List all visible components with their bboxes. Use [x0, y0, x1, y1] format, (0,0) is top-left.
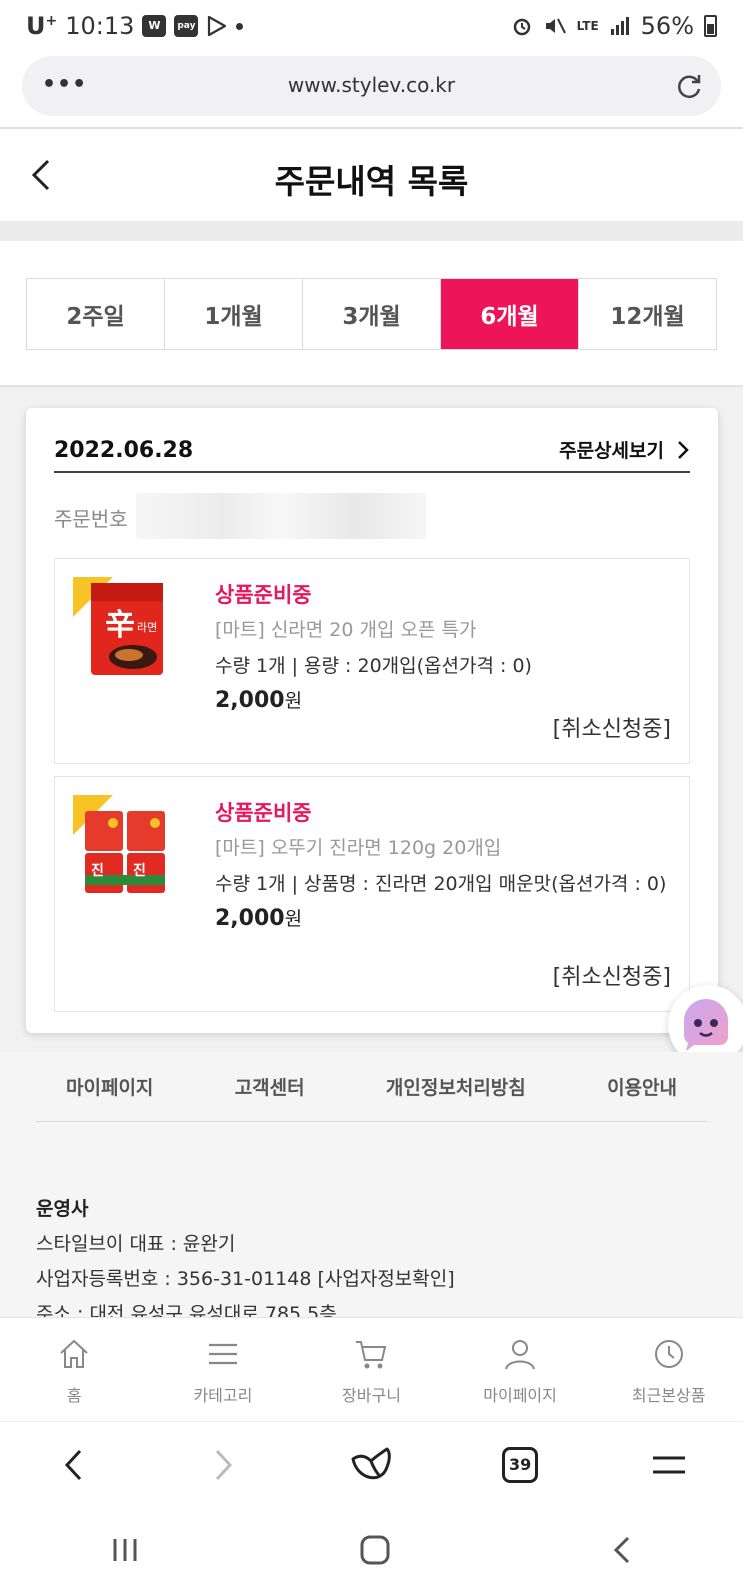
page-header: 주문내역 목록 — [0, 129, 743, 221]
user-icon[interactable] — [502, 1336, 538, 1372]
bottom-nav: 홈 카테고리 장바구니 마이페이지 최근본상품 — [0, 1317, 743, 1421]
period-filter: 2주일 1개월 3개월 6개월 12개월 — [0, 241, 743, 387]
browser-home-button[interactable] — [347, 1441, 395, 1489]
alarm-icon — [513, 18, 530, 36]
svg-text:진: 진 — [91, 862, 104, 879]
clock-icon[interactable] — [651, 1336, 687, 1372]
browser-menu-button[interactable] — [645, 1441, 693, 1489]
status-bar: U+ 10:13 W pay LTE 56% — [0, 0, 743, 52]
recent-apps-icon[interactable] — [109, 1536, 141, 1564]
order-item[interactable]: 辛 라면 상품준비중 [마트] 신라면 20 개입 오픈 특가 수량 1개 | … — [54, 558, 690, 764]
whale-icon[interactable] — [349, 1445, 393, 1485]
nav-category[interactable]: 카테고리 — [149, 1318, 298, 1421]
tab-2weeks[interactable]: 2주일 — [27, 279, 165, 349]
svg-text:辛: 辛 — [105, 608, 135, 643]
browser-back-button[interactable] — [50, 1441, 98, 1489]
cart-icon[interactable] — [353, 1336, 389, 1372]
chevron-right-icon[interactable] — [211, 1447, 235, 1483]
signal-icon — [610, 17, 629, 35]
item-status: 상품준비중 — [215, 801, 312, 825]
nav-label[interactable]: 마이페이지 — [483, 1382, 557, 1406]
carrier-label: U+ — [26, 12, 58, 40]
nav-home[interactable]: 홈 — [0, 1318, 149, 1421]
company-title: 운영사 — [36, 1198, 89, 1220]
divider — [0, 221, 743, 241]
nav-recent[interactable]: 최근본상품 — [594, 1318, 743, 1421]
battery-percent: 56% — [640, 12, 694, 40]
tab-1month[interactable]: 1개월 — [165, 279, 303, 349]
nav-label[interactable]: 최근본상품 — [632, 1382, 706, 1406]
w-app-icon: W — [142, 15, 167, 37]
footer-link-privacy[interactable]: 개인정보처리방침 — [386, 1073, 526, 1100]
item-name[interactable]: [마트] 오뚜기 진라면 120g 20개입 — [215, 833, 669, 860]
order-detail-link[interactable]: 주문상세보기 — [559, 436, 690, 463]
order-detail-label[interactable]: 주문상세보기 — [559, 436, 664, 463]
chevron-left-icon[interactable] — [62, 1447, 86, 1483]
home-button-icon[interactable] — [359, 1534, 391, 1566]
nav-label[interactable]: 홈 — [67, 1382, 82, 1406]
tab-3months[interactable]: 3개월 — [303, 279, 441, 349]
network-type: LTE — [576, 18, 599, 33]
browser-forward-button[interactable] — [199, 1441, 247, 1489]
item-option: 수량 1개 | 용량 : 20개입(옵션가격 : 0) — [215, 655, 532, 677]
address-bar[interactable]: ••• www.stylev.co.kr — [22, 56, 721, 116]
product-thumbnail[interactable]: 진 진 — [73, 795, 177, 899]
order-card: 2022.06.28 주문상세보기 주문번호 辛 라면 상품준비중 [마트] 신… — [26, 408, 718, 1033]
nav-cart[interactable]: 장바구니 — [297, 1318, 446, 1421]
pay-app-icon: pay — [174, 15, 199, 37]
footer-links: 마이페이지 고객센터 개인정보처리방침 이용안내 — [36, 1052, 707, 1122]
period-tabs: 2주일 1개월 3개월 6개월 12개월 — [26, 278, 717, 350]
home-icon[interactable] — [56, 1336, 92, 1372]
nav-mypage[interactable]: 마이페이지 — [446, 1318, 595, 1421]
item-price: 2,000원 — [215, 906, 303, 931]
mute-icon — [545, 18, 566, 34]
cancel-status: [취소신청중] — [552, 965, 671, 990]
system-back-icon[interactable] — [610, 1534, 634, 1566]
divider — [54, 471, 690, 473]
footer-link-guide[interactable]: 이용안내 — [607, 1073, 677, 1100]
footer-link-mypage[interactable]: 마이페이지 — [66, 1073, 153, 1100]
order-item[interactable]: 진 진 상품준비중 [마트] 오뚜기 진라면 120g 20개입 수량 1개 |… — [54, 776, 690, 1012]
item-price: 2,000원 — [215, 688, 303, 713]
order-number-redacted — [136, 493, 426, 539]
svg-text:라면: 라면 — [137, 621, 157, 634]
tab-12months[interactable]: 12개월 — [579, 279, 716, 349]
notification-dot-icon — [236, 22, 244, 30]
play-store-icon — [208, 15, 227, 37]
svg-text:진: 진 — [133, 862, 146, 879]
product-thumbnail[interactable]: 辛 라면 — [73, 577, 177, 681]
footer: 마이페이지 고객센터 개인정보처리방침 이용안내 운영사 스타일브이 대표 : … — [0, 1052, 743, 1325]
company-ceo: 스타일브이 대표 : 윤완기 — [36, 1233, 236, 1255]
url-text[interactable]: www.stylev.co.kr — [22, 73, 721, 97]
order-number-label: 주문번호 — [54, 507, 128, 531]
footer-link-support[interactable]: 고객센터 — [235, 1073, 305, 1100]
item-name[interactable]: [마트] 신라면 20 개입 오픈 특가 — [215, 615, 669, 642]
battery-icon — [704, 15, 717, 37]
company-reg-no[interactable]: 사업자등록번호 : 356-31-01148 [사업자정보확인] — [36, 1262, 455, 1297]
page-title: 주문내역 목록 — [274, 162, 469, 201]
company-info: 운영사 스타일브이 대표 : 윤완기 사업자등록번호 : 356-31-0114… — [36, 1192, 455, 1332]
chevron-right-icon[interactable] — [676, 439, 690, 461]
nav-label[interactable]: 카테고리 — [193, 1382, 252, 1406]
nav-label[interactable]: 장바구니 — [342, 1382, 401, 1406]
system-nav-bar — [0, 1507, 743, 1593]
cancel-status: [취소신청중] — [552, 717, 671, 742]
clock: 10:13 — [65, 12, 135, 40]
tab-6months[interactable]: 6개월 — [441, 279, 579, 349]
browser-toolbar: 39 — [0, 1421, 743, 1507]
item-status: 상품준비중 — [215, 583, 312, 607]
browser-tabs-button[interactable]: 39 — [496, 1441, 544, 1489]
menu-icon[interactable] — [205, 1336, 241, 1372]
reload-icon[interactable] — [673, 70, 705, 102]
hamburger-icon[interactable] — [651, 1453, 687, 1477]
tabs-count[interactable]: 39 — [502, 1446, 539, 1483]
order-date: 2022.06.28 — [54, 438, 194, 463]
item-option: 수량 1개 | 상품명 : 진라면 20개입 매운맛(옵션가격 : 0) — [215, 873, 667, 895]
